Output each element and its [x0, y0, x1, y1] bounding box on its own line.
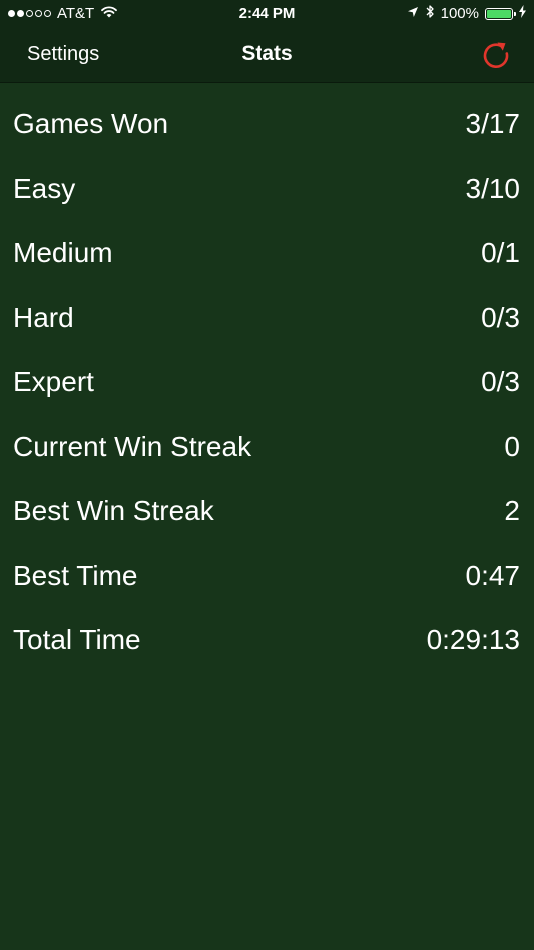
charging-bolt-icon [519, 5, 526, 22]
status-right: 100% [407, 4, 526, 23]
stat-row: Best Time 0:47 [0, 544, 534, 609]
battery-fill [487, 9, 511, 18]
stat-value: 2 [504, 495, 520, 527]
location-arrow-icon [407, 5, 419, 22]
stat-row: Current Win Streak 0 [0, 415, 534, 480]
stat-row: Best Win Streak 2 [0, 479, 534, 544]
stat-label: Easy [13, 172, 76, 204]
battery-icon [485, 7, 516, 20]
status-bar: AT&T 2:44 PM 100% [0, 0, 534, 27]
stat-row: Expert 0/3 [0, 350, 534, 415]
stat-label: Hard [13, 301, 74, 333]
stat-row: Easy 3/10 [0, 157, 534, 222]
settings-button[interactable]: Settings [27, 43, 99, 66]
stat-value: 0 [504, 430, 520, 462]
stat-value: 3/17 [465, 108, 521, 140]
stats-list: Games Won 3/17 Easy 3/10 Medium 0/1 Hard 0/3 Exp… [0, 92, 534, 673]
stat-value: 0:47 [465, 559, 521, 591]
stat-label: Best Time [13, 559, 138, 591]
stat-row: Total Time 0:29:13 [0, 608, 534, 673]
bluetooth-icon [425, 4, 435, 23]
stat-value: 3/10 [465, 172, 521, 204]
stat-row: Hard 0/3 [0, 286, 534, 351]
stat-label: Current Win Streak [13, 430, 252, 462]
stat-row: Medium 0/1 [0, 221, 534, 286]
stat-label: Best Win Streak [13, 495, 214, 527]
stat-value: 0:29:13 [426, 624, 520, 656]
reset-stats-button[interactable] [480, 39, 512, 71]
refresh-icon [483, 42, 509, 68]
stat-label: Games Won [13, 108, 169, 140]
stat-label: Total Time [13, 624, 141, 656]
stat-value: 0/3 [481, 366, 520, 398]
stat-row: Games Won 3/17 [0, 92, 534, 157]
battery-percent: 100% [440, 5, 479, 22]
navigation-bar: Settings Stats [0, 27, 534, 83]
stat-label: Expert [13, 366, 94, 398]
stat-value: 0/3 [481, 301, 520, 333]
stat-label: Medium [13, 237, 113, 269]
stat-value: 0/1 [481, 237, 520, 269]
